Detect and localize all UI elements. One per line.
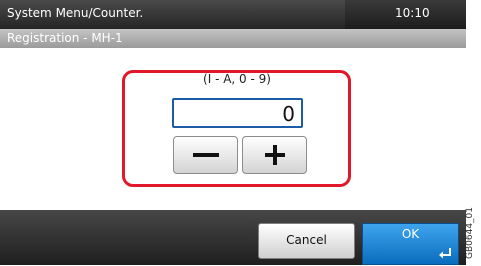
figure-code-text: GB0644_01 <box>465 206 476 260</box>
range-label-row: (I - A, 0 - 9) <box>0 72 466 86</box>
title-section: System Menu/Counter. <box>0 0 345 29</box>
ok-button[interactable]: OK <box>362 223 459 265</box>
cancel-label: Cancel <box>286 233 327 247</box>
value-text: 0 <box>282 102 295 126</box>
screen-title: System Menu/Counter. <box>7 6 144 20</box>
title-bar: System Menu/Counter. 10:10 <box>0 0 466 29</box>
cancel-button[interactable]: Cancel <box>258 223 355 259</box>
ok-label: OK <box>401 227 420 241</box>
range-label: (I - A, 0 - 9) <box>203 72 271 86</box>
value-input[interactable]: 0 <box>172 98 303 128</box>
footer-bar: Cancel OK <box>0 210 466 265</box>
minus-icon <box>193 153 219 157</box>
decrement-button[interactable] <box>173 136 238 174</box>
setting-title: Registration - MH-1 <box>7 31 123 45</box>
enter-arrow-icon <box>439 248 451 259</box>
touch-panel-screen: System Menu/Counter. 10:10 Registration … <box>0 0 466 265</box>
sub-header: Registration - MH-1 <box>0 29 466 48</box>
increment-button[interactable] <box>242 136 307 174</box>
clock: 10:10 <box>395 6 430 20</box>
main-area: (I - A, 0 - 9) 0 <box>0 48 466 210</box>
figure-code: GB0644_01 <box>465 206 481 266</box>
plus-icon <box>265 145 285 165</box>
